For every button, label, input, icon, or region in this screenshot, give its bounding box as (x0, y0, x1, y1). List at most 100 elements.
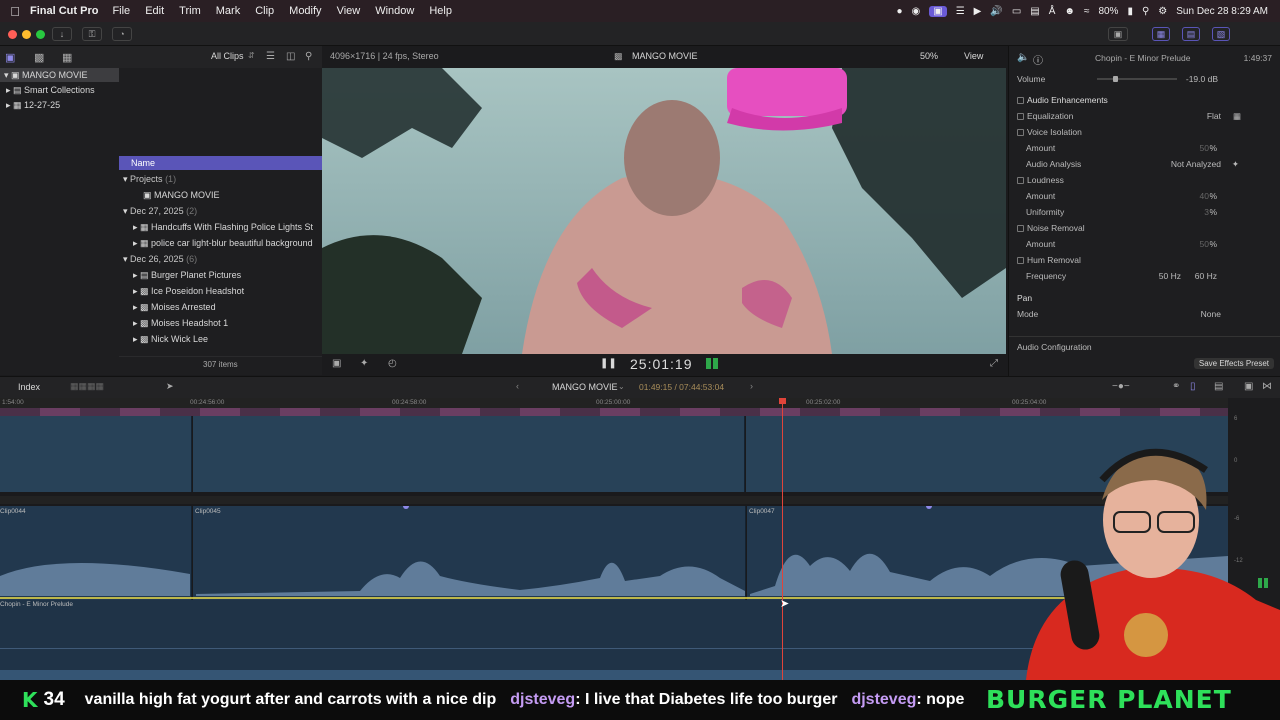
speed-icon[interactable]: ◴ (388, 358, 397, 369)
list-item[interactable]: ▸ ▤ Burger Planet Pictures (119, 267, 322, 283)
enhance-icon[interactable]: ✦ (360, 358, 368, 369)
menu-trim[interactable]: Trim (179, 5, 201, 17)
menu-view[interactable]: View (337, 5, 361, 17)
layout-browser-icon[interactable]: ▦ (1152, 27, 1170, 41)
list-item[interactable]: ▸ ▩ Moises Headshot 1 (119, 315, 322, 331)
wand-icon[interactable]: ✦ (1232, 156, 1239, 172)
monitor-icon[interactable]: ▤ (1030, 6, 1039, 17)
clip-appearance-icon[interactable]: ▤ (1214, 381, 1223, 392)
back-icon[interactable]: ‹ (516, 381, 519, 391)
menu-help[interactable]: Help (429, 5, 452, 17)
screen-record-icon[interactable]: ▣ (929, 5, 947, 17)
fullscreen-icon[interactable]: ⤢ (990, 358, 998, 369)
freq-60-option[interactable]: 60 Hz (1195, 268, 1217, 284)
status-circle-icon[interactable]: ● (896, 6, 902, 17)
bluetooth-icon[interactable]: Å (1049, 6, 1056, 17)
name-column-header[interactable]: Name (119, 156, 322, 170)
disclosure-icon[interactable]: ▸ (6, 85, 13, 95)
disclosure-icon[interactable]: ▸ (133, 334, 140, 344)
project-dropdown[interactable]: MANGO MOVIE (552, 382, 618, 392)
headphones-icon[interactable]: ⚭ (1172, 381, 1180, 392)
hum-removal-checkbox[interactable] (1017, 257, 1024, 264)
uniformity-value[interactable]: 3 (1204, 204, 1209, 220)
volume-slider[interactable] (1097, 78, 1177, 80)
control-center-icon[interactable]: ⚙ (1158, 6, 1167, 17)
mode-dropdown[interactable]: None (1201, 306, 1221, 322)
list-item[interactable]: ▸ ▦ Handcuffs With Flashing Police Light… (119, 219, 322, 235)
amount-value[interactable]: 50 (1200, 140, 1209, 156)
append-edit-icon[interactable]: ▦▦▦▦ (70, 381, 104, 392)
enhancements-checkbox[interactable] (1017, 97, 1024, 104)
playhead-handle[interactable] (779, 398, 786, 404)
disclosure-icon[interactable]: ▸ (133, 270, 140, 280)
disclosure-icon[interactable]: ▸ (133, 286, 140, 296)
group-header[interactable]: ▾ Projects (1) (119, 171, 322, 187)
amount-value[interactable]: 50 (1200, 236, 1209, 252)
control-icon[interactable]: ◉ (912, 6, 921, 17)
disclosure-icon[interactable]: ▸ (133, 302, 140, 312)
equalization-dropdown[interactable]: Flat (1207, 108, 1221, 124)
video-clip[interactable] (193, 416, 745, 492)
timeline-ruler[interactable]: 1:54:00 00:24:56:00 00:24:58:00 00:25:00… (0, 398, 1228, 408)
disclosure-icon[interactable]: ▾ (123, 174, 130, 184)
view-dropdown[interactable]: View (964, 51, 983, 61)
menu-mark[interactable]: Mark (216, 5, 240, 17)
speaker-icon[interactable]: 🔈 (1017, 52, 1029, 63)
user-icon[interactable]: ☻ (1064, 6, 1075, 17)
clock[interactable]: Sun Dec 28 8:29 AM (1176, 6, 1268, 17)
menu-edit[interactable]: Edit (145, 5, 164, 17)
disclosure-icon[interactable]: ▸ (133, 222, 140, 232)
index-button[interactable]: Index (18, 382, 40, 392)
list-item[interactable]: ▸ ▩ Moises Arrested (119, 299, 322, 315)
library-item[interactable]: ▾ ▣ MANGO MOVIE (0, 68, 119, 82)
layout-timeline-icon[interactable]: ▤ (1182, 27, 1200, 41)
zoom-dropdown[interactable]: 50% (920, 51, 938, 61)
app-menu[interactable]: Final Cut Pro (30, 5, 98, 17)
battery-icon[interactable]: ▮ (1127, 6, 1133, 17)
disclosure-icon[interactable]: ▾ (123, 206, 130, 216)
playhead[interactable] (782, 398, 783, 680)
select-tool-icon[interactable]: ➤ (166, 381, 174, 392)
clip-filter-dropdown[interactable]: All Clips (211, 51, 244, 61)
list-item[interactable]: ▸ ▩ Nick Wick Lee (119, 331, 322, 347)
list-item[interactable]: ▸ ▩ Ice Poseidon Headshot (119, 283, 322, 299)
list-item[interactable]: ▣ MANGO MOVIE (119, 187, 322, 203)
disclosure-icon[interactable]: ▾ (4, 70, 11, 80)
layout-inspector-icon[interactable]: ▧ (1212, 27, 1230, 41)
menu-modify[interactable]: Modify (289, 5, 321, 17)
eq-graph-icon[interactable]: ▦ (1233, 108, 1241, 124)
disclosure-icon[interactable]: ▸ (6, 100, 13, 110)
freq-50-option[interactable]: 50 Hz (1159, 268, 1181, 284)
display-icon[interactable]: ▭ (1012, 6, 1021, 17)
titles-icon[interactable]: ▦ (62, 51, 72, 64)
group-header[interactable]: ▾ Dec 27, 2025 (2) (119, 203, 322, 219)
noise-removal-checkbox[interactable] (1017, 225, 1024, 232)
pause-icon[interactable]: ❚❚ (600, 358, 617, 369)
group-header[interactable]: ▾ Dec 26, 2025 (6) (119, 251, 322, 267)
import-icon[interactable]: ↓ (52, 27, 72, 41)
zoom-window-button[interactable] (36, 30, 45, 39)
event-item[interactable]: ▸ ▦ 12-27-25 (0, 98, 119, 112)
transitions-icon[interactable]: ⋈ (1262, 381, 1272, 392)
disclosure-icon[interactable]: ▸ (133, 318, 140, 328)
enhancements-section[interactable]: Audio Enhancements (1017, 92, 1273, 108)
effects-browser-icon[interactable]: ▣ (1244, 381, 1253, 392)
photos-icon[interactable]: ▩ (34, 51, 44, 64)
amount-value[interactable]: 40 (1200, 188, 1209, 204)
close-window-button[interactable] (8, 30, 17, 39)
search-icon[interactable]: ⚲ (1142, 6, 1149, 17)
list-icon[interactable]: ☰ (956, 6, 965, 17)
disclosure-icon[interactable]: ▾ (123, 254, 130, 264)
equalization-checkbox[interactable] (1017, 113, 1024, 120)
video-clip[interactable] (0, 416, 192, 492)
save-effects-preset-button[interactable]: Save Effects Preset (1193, 358, 1274, 369)
menu-clip[interactable]: Clip (255, 5, 274, 17)
clip-appearance-icon[interactable]: ◫ (286, 51, 295, 62)
volume-slider-handle[interactable] (1113, 76, 1118, 82)
play-icon[interactable]: ▶ (974, 6, 982, 17)
volume-value[interactable]: -19.0 dB (1186, 71, 1218, 87)
background-tasks-icon[interactable]: ◔ (112, 27, 132, 41)
wifi-icon[interactable]: ≈ (1084, 6, 1090, 17)
forward-icon[interactable]: › (750, 381, 753, 391)
blade-icon[interactable]: −●− (1112, 381, 1130, 392)
